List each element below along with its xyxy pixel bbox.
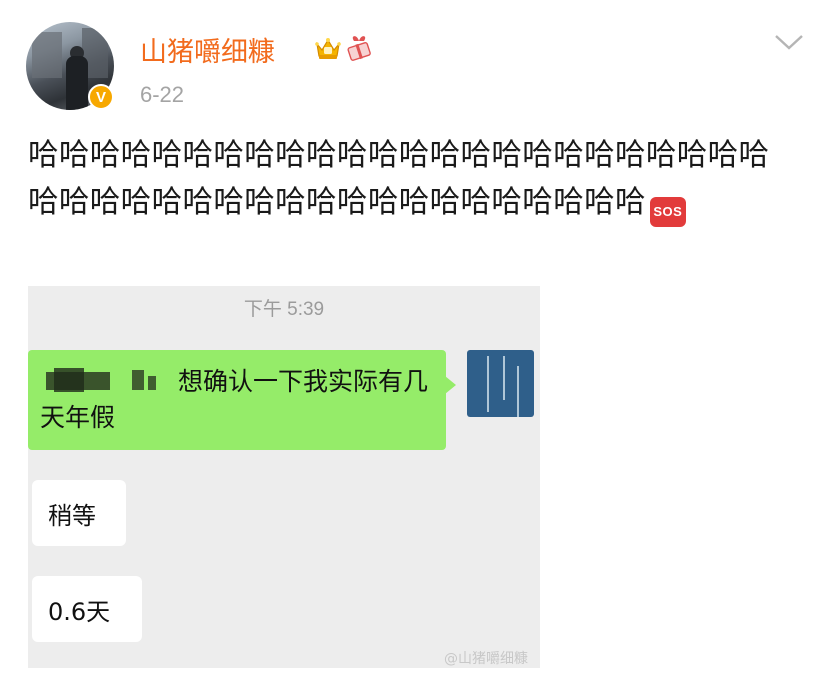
sos-icon: SOS xyxy=(649,197,686,227)
watermark: @山猪嚼细糠 xyxy=(444,651,528,667)
chat-self-avatar xyxy=(467,350,534,417)
post-date: 6-22 xyxy=(140,82,185,107)
verified-badge-icon: V xyxy=(88,84,114,110)
chat-timestamp: 下午 5:39 xyxy=(243,299,325,320)
author-name[interactable]: 山猪嚼细糠 xyxy=(140,30,275,69)
chevron-down-icon[interactable] xyxy=(772,30,806,54)
avatar-figure xyxy=(66,56,88,110)
crown-icon xyxy=(315,38,341,59)
chat-bubble-sent: 想确认一下我实际有几天年假 xyxy=(28,350,456,450)
chat-screenshot[interactable]: 下午 5:39 想确认一下我实际有几天年假 稍等 0.6天 xyxy=(28,286,540,668)
chat-message-text: 0.6天 xyxy=(48,597,111,626)
chat-bubble-received: 稍等 xyxy=(32,480,126,546)
chat-message-text: 想确认一下我实际有几天年假 xyxy=(40,367,429,432)
avatar-background xyxy=(32,32,62,78)
chat-bubble-received: 0.6天 xyxy=(32,576,142,642)
gift-icon xyxy=(347,36,371,61)
chat-message-text: 稍等 xyxy=(48,501,96,530)
post-text: 哈哈哈哈哈哈哈哈哈哈哈哈哈哈哈哈哈哈哈哈哈哈哈哈哈哈哈哈哈哈哈哈哈哈哈哈哈哈哈哈… xyxy=(28,132,798,227)
